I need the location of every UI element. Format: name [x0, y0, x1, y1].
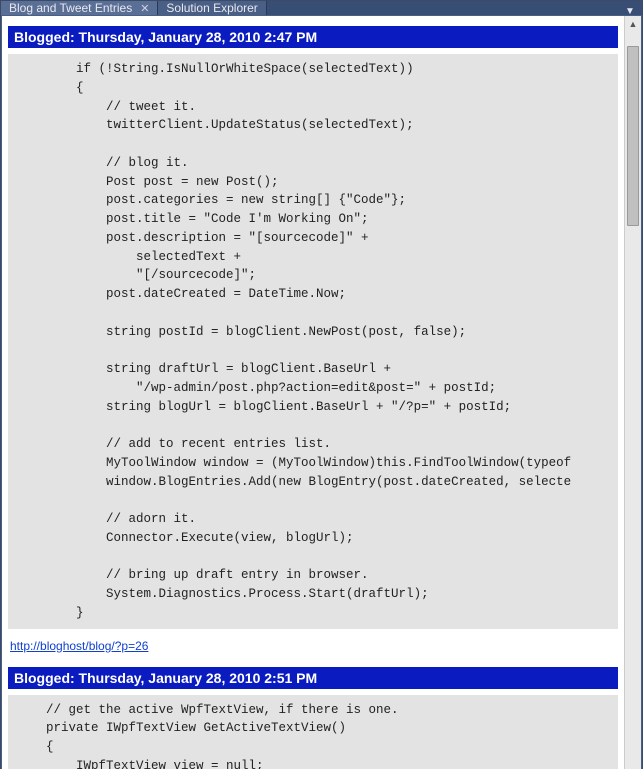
tab-solution-explorer[interactable]: Solution Explorer [158, 1, 266, 15]
scroll-up-arrow-icon[interactable]: ▲ [625, 16, 641, 32]
tab-label: Solution Explorer [166, 1, 257, 15]
tool-window-frame: Blog and Tweet Entries ✕ Solution Explor… [0, 0, 643, 769]
document-tabbar: Blog and Tweet Entries ✕ Solution Explor… [1, 1, 642, 15]
code-block[interactable]: if (!String.IsNullOrWhiteSpace(selectedT… [8, 54, 618, 629]
code-block[interactable]: // get the active WpfTextView, if there … [8, 695, 618, 769]
document-well: Blogged: Thursday, January 28, 2010 2:47… [1, 15, 642, 769]
document-content[interactable]: Blogged: Thursday, January 28, 2010 2:47… [2, 16, 624, 769]
blog-entry-header: Blogged: Thursday, January 28, 2010 2:47… [8, 26, 618, 48]
close-icon[interactable]: ✕ [140, 2, 149, 15]
vertical-scroll-thumb[interactable] [627, 46, 639, 226]
blog-entry-link[interactable]: http://bloghost/blog/?p=26 [10, 639, 148, 653]
tab-blog-and-tweet-entries[interactable]: Blog and Tweet Entries ✕ [1, 1, 158, 15]
blog-entry-header: Blogged: Thursday, January 28, 2010 2:51… [8, 667, 618, 689]
tab-label: Blog and Tweet Entries [9, 1, 132, 15]
vertical-scrollbar[interactable]: ▲ ▼ [624, 16, 641, 769]
